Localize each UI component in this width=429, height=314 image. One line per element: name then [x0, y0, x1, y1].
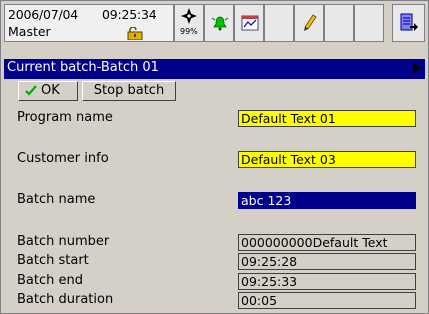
window: 2006/07/04 09:25:34 Master 99% Current b…: [0, 0, 429, 314]
batch-start-value: 09:25:28: [238, 253, 416, 270]
exit-door-icon: [400, 13, 418, 31]
batch-end-value: 09:25:33: [238, 273, 416, 290]
batch-name-label: Batch name: [17, 192, 96, 207]
alarm-bell-icon: [211, 16, 229, 31]
edit-button[interactable]: [294, 4, 324, 42]
batch-end-label: Batch end: [17, 273, 83, 288]
customer-info-label: Customer info: [17, 151, 109, 166]
blank-button-2[interactable]: [324, 4, 354, 42]
customer-info-field[interactable]: Default Text 03: [238, 151, 416, 168]
batch-number-value: 000000000Default Text: [238, 234, 416, 251]
compass-icon: [181, 8, 197, 24]
program-name-label: Program name: [17, 110, 113, 125]
blank-button-3[interactable]: [354, 4, 384, 42]
status-user: Master: [8, 24, 51, 39]
toolbar: OK Stop batch: [4, 80, 425, 102]
batch-name-field[interactable]: abc 123: [238, 192, 416, 209]
datetime-user-panel: 2006/07/04 09:25:34 Master: [4, 4, 174, 42]
batch-start-label: Batch start: [17, 253, 89, 268]
program-name-field[interactable]: Default Text 01: [238, 110, 416, 127]
alarm-button[interactable]: [204, 4, 234, 42]
arrow-right-icon[interactable]: [413, 62, 421, 74]
pencil-icon: [304, 14, 317, 31]
batch-number-label: Batch number: [17, 234, 110, 249]
blank-button-1[interactable]: [264, 4, 294, 42]
compass-button[interactable]: 99%: [174, 4, 204, 42]
calendar-icon: [241, 15, 259, 31]
stop-batch-label: Stop batch: [93, 83, 165, 98]
status-date: 2006/07/04: [8, 7, 79, 22]
window-titlebar: Current batch-Batch 01: [4, 59, 425, 79]
batch-duration-label: Batch duration: [17, 292, 114, 307]
memory-percent: 99%: [180, 27, 198, 36]
page-title: Current batch-Batch 01: [7, 60, 159, 75]
stop-batch-button[interactable]: Stop batch: [82, 81, 176, 101]
lock-icon: [127, 27, 143, 40]
batch-duration-value: 00:05: [238, 292, 416, 309]
status-time: 09:25:34: [102, 7, 157, 22]
ok-button[interactable]: OK: [18, 81, 78, 101]
ok-button-label: OK: [41, 83, 60, 98]
checkmark-icon: [25, 85, 37, 96]
calendar-button[interactable]: [234, 4, 264, 42]
status-bar: 2006/07/04 09:25:34 Master 99%: [4, 4, 425, 42]
exit-button[interactable]: [392, 4, 425, 42]
